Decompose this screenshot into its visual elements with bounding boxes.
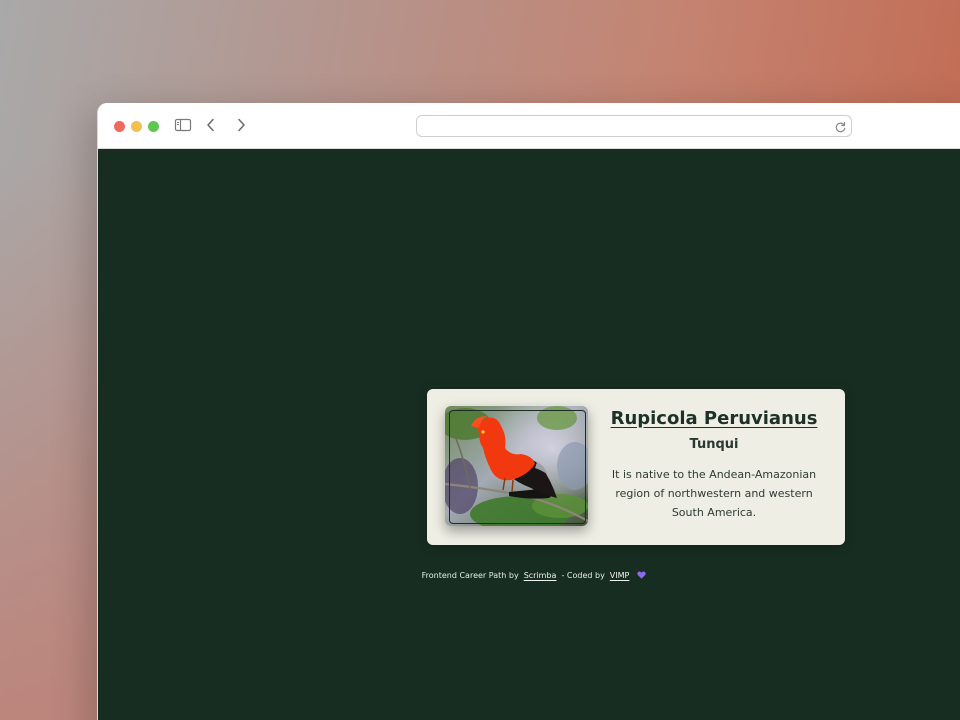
heart-icon xyxy=(637,571,647,579)
card-description: It is native to the Andean-Amazonian reg… xyxy=(611,468,817,519)
page-content: Rupicola Peruvianus Tunqui It is native … xyxy=(98,149,960,720)
footer-middle: - Coded by xyxy=(561,571,605,580)
vimp-link[interactable]: VIMP xyxy=(610,571,630,580)
chevron-right-icon[interactable] xyxy=(232,117,252,135)
address-bar[interactable] xyxy=(416,115,852,137)
card-subtitle: Tunqui xyxy=(689,437,739,452)
scrimba-link[interactable]: Scrimba xyxy=(524,571,557,580)
sidebar-icon[interactable] xyxy=(174,117,194,135)
card-text: Rupicola Peruvianus Tunqui It is native … xyxy=(605,407,823,522)
card-title[interactable]: Rupicola Peruvianus xyxy=(605,407,823,431)
minimize-window-button[interactable] xyxy=(131,121,142,132)
close-window-button[interactable] xyxy=(114,121,125,132)
bird-photo xyxy=(445,406,588,526)
browser-window: Rupicola Peruvianus Tunqui It is native … xyxy=(97,103,960,720)
footer: Frontend Career Path by Scrimba - Coded by… xyxy=(98,571,960,580)
chevron-left-icon[interactable] xyxy=(202,117,222,135)
reload-icon[interactable] xyxy=(834,119,847,133)
browser-toolbar xyxy=(98,103,960,149)
bird-card: Rupicola Peruvianus Tunqui It is native … xyxy=(427,389,845,545)
maximize-window-button[interactable] xyxy=(148,121,159,132)
footer-prefix: Frontend Career Path by xyxy=(421,571,519,580)
